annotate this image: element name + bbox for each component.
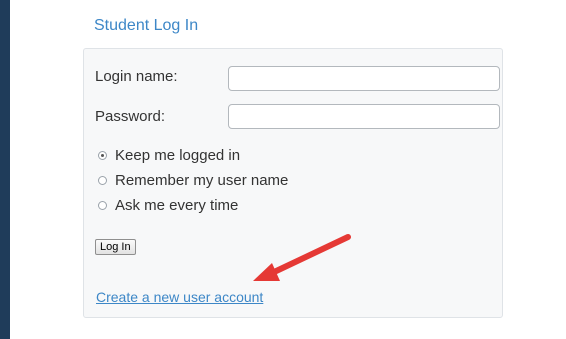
page: Student Log In Login name: Password: Kee…: [10, 0, 566, 339]
arrow-shaft: [269, 234, 351, 276]
annotation-arrow-icon: [253, 234, 351, 281]
arrow-head: [253, 263, 280, 281]
